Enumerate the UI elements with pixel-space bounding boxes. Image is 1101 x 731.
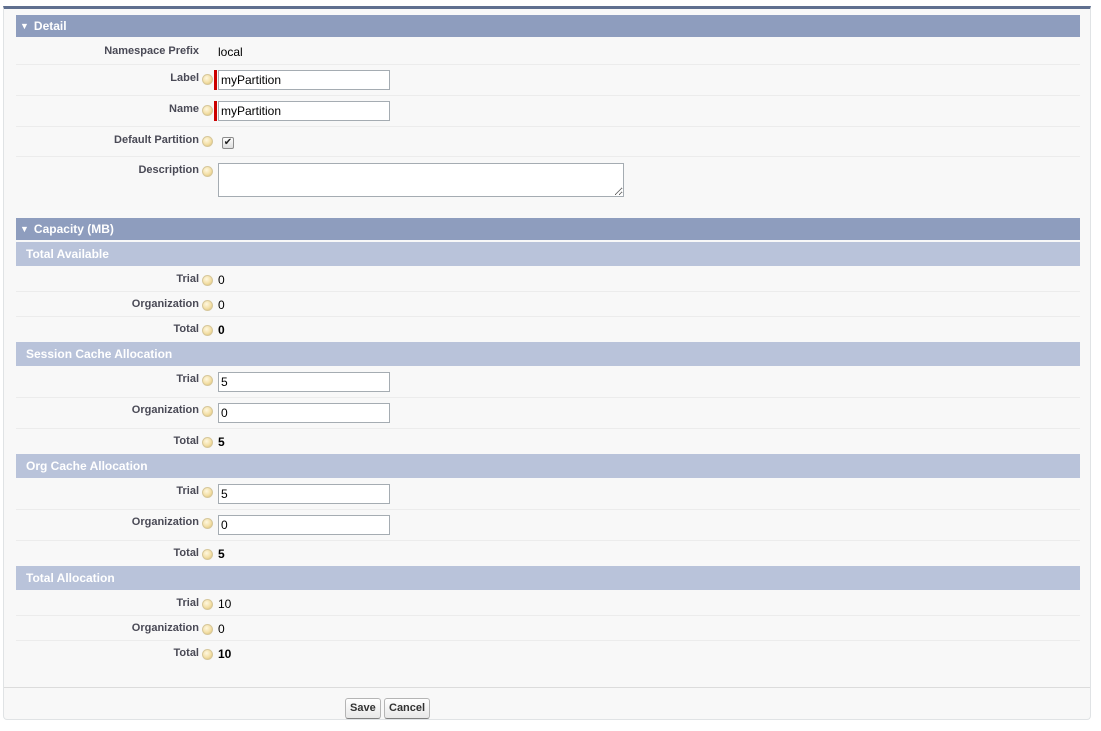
help-icon[interactable] xyxy=(202,549,213,560)
total-value: 5 xyxy=(218,435,225,449)
help-icon[interactable] xyxy=(202,649,213,660)
detail-section-title: Detail xyxy=(33,19,67,33)
description-label: Description xyxy=(138,164,199,176)
namespace-prefix-row: Namespace Prefix local xyxy=(16,37,1080,65)
trial-label: Trial xyxy=(176,485,199,497)
help-icon[interactable] xyxy=(202,74,213,85)
save-button[interactable]: Save xyxy=(345,698,381,719)
total-value: 10 xyxy=(218,647,232,661)
default-partition-checkbox[interactable]: ✔ xyxy=(222,137,234,149)
total-available-trial-row: Trial 0 xyxy=(16,267,1080,292)
name-row: Name xyxy=(16,96,1080,127)
organization-label: Organization xyxy=(131,298,199,310)
organization-label: Organization xyxy=(131,516,199,528)
required-marker xyxy=(214,70,217,90)
trial-label: Trial xyxy=(176,597,199,609)
namespace-prefix-label: Namespace Prefix xyxy=(104,45,199,57)
required-marker xyxy=(214,101,217,121)
help-icon[interactable] xyxy=(202,105,213,116)
help-icon[interactable] xyxy=(202,300,213,311)
trial-label: Trial xyxy=(176,273,199,285)
triangle-down-icon[interactable]: ▼ xyxy=(20,224,29,234)
org-cache-trial-row: Trial xyxy=(16,479,1080,510)
organization-value: 0 xyxy=(218,622,225,636)
total-label: Total xyxy=(173,323,199,335)
org-cache-organization-row: Organization xyxy=(16,510,1080,541)
description-textarea[interactable] xyxy=(218,163,624,197)
cancel-button[interactable]: Cancel xyxy=(384,698,431,719)
total-available-total-row: Total 0 xyxy=(16,317,1080,342)
footer-divider xyxy=(4,687,1090,688)
total-available-header: Total Available xyxy=(16,242,1080,266)
organization-value: 0 xyxy=(218,298,225,312)
default-partition-label: Default Partition xyxy=(114,134,199,146)
org-cache-organization-input[interactable] xyxy=(218,515,390,535)
organization-label: Organization xyxy=(131,404,199,416)
help-icon[interactable] xyxy=(202,136,213,147)
triangle-down-icon[interactable]: ▼ xyxy=(20,21,29,31)
total-value: 0 xyxy=(218,323,225,337)
session-cache-organization-input[interactable] xyxy=(218,403,390,423)
trial-value: 0 xyxy=(218,273,225,287)
trial-label: Trial xyxy=(176,373,199,385)
label-field-label: Label xyxy=(170,72,199,84)
org-cache-total-row: Total 5 xyxy=(16,541,1080,566)
organization-label: Organization xyxy=(131,622,199,634)
total-allocation-organization-row: Organization 0 xyxy=(16,616,1080,641)
help-icon[interactable] xyxy=(202,437,213,448)
help-icon[interactable] xyxy=(202,599,213,610)
namespace-prefix-value: local xyxy=(218,45,243,59)
trial-value: 10 xyxy=(218,597,232,611)
session-cache-trial-input[interactable] xyxy=(218,372,390,392)
org-cache-trial-input[interactable] xyxy=(218,484,390,504)
session-cache-total-row: Total 5 xyxy=(16,429,1080,454)
total-label: Total xyxy=(173,435,199,447)
help-icon[interactable] xyxy=(202,518,213,529)
label-input[interactable] xyxy=(218,70,390,90)
session-cache-trial-row: Trial xyxy=(16,367,1080,398)
help-icon[interactable] xyxy=(202,166,213,177)
detail-section-header[interactable]: ▼ Detail xyxy=(16,15,1080,37)
org-cache-header: Org Cache Allocation xyxy=(16,454,1080,478)
partition-edit-panel: ▼ Detail Namespace Prefix local Label Nam… xyxy=(3,6,1091,720)
help-icon[interactable] xyxy=(202,275,213,286)
name-field-label: Name xyxy=(169,103,199,115)
session-cache-organization-row: Organization xyxy=(16,398,1080,429)
total-available-organization-row: Organization 0 xyxy=(16,292,1080,317)
capacity-section-header[interactable]: ▼ Capacity (MB) xyxy=(16,218,1080,240)
total-allocation-header: Total Allocation xyxy=(16,566,1080,590)
default-partition-row: Default Partition ✔ xyxy=(16,127,1080,157)
help-icon[interactable] xyxy=(202,487,213,498)
help-icon[interactable] xyxy=(202,325,213,336)
total-value: 5 xyxy=(218,547,225,561)
total-allocation-trial-row: Trial 10 xyxy=(16,591,1080,616)
help-icon[interactable] xyxy=(202,406,213,417)
total-allocation-total-row: Total 10 xyxy=(16,641,1080,666)
help-icon[interactable] xyxy=(202,375,213,386)
capacity-section-title: Capacity (MB) xyxy=(33,222,114,236)
description-row: Description xyxy=(16,157,1080,201)
name-input[interactable] xyxy=(218,101,390,121)
label-row: Label xyxy=(16,65,1080,96)
total-label: Total xyxy=(173,547,199,559)
total-label: Total xyxy=(173,647,199,659)
help-icon[interactable] xyxy=(202,624,213,635)
session-cache-header: Session Cache Allocation xyxy=(16,342,1080,366)
